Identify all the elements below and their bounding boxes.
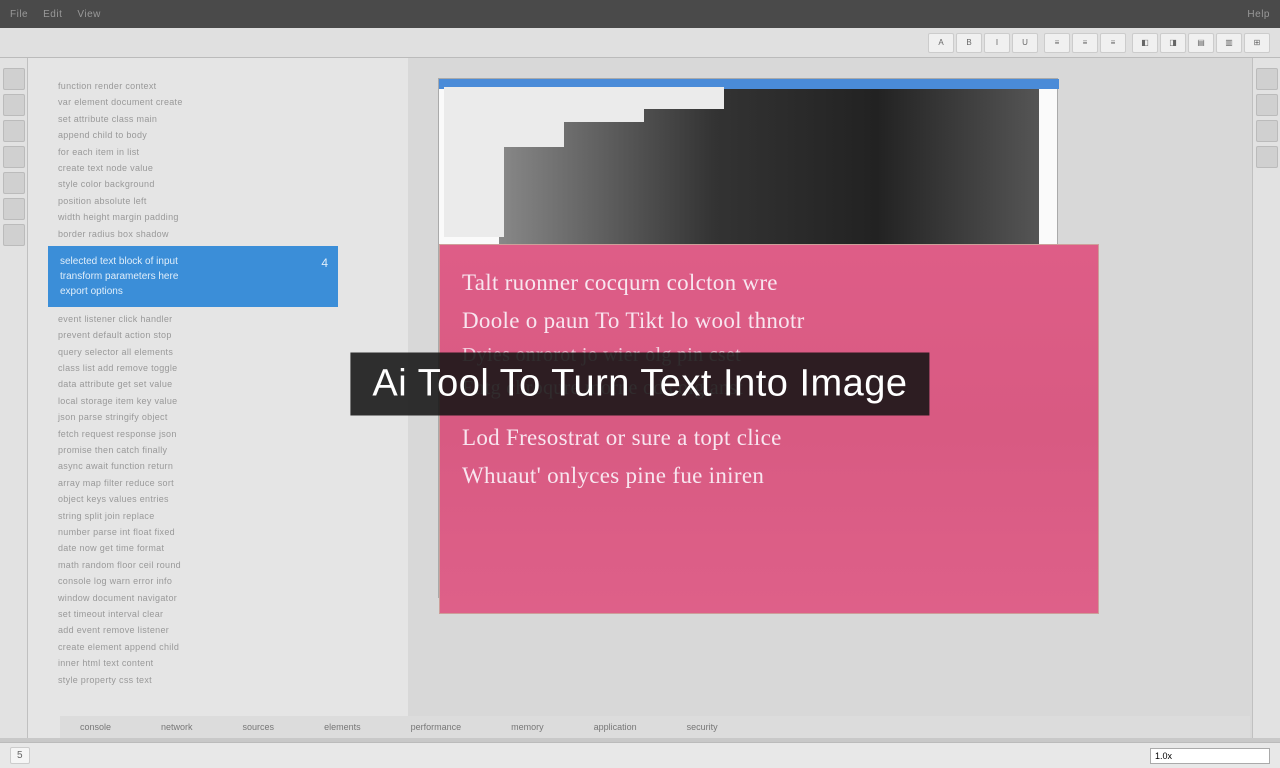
tool-pointer-icon[interactable] [3, 68, 25, 90]
tool-layout-4[interactable]: ▥ [1216, 33, 1242, 53]
toolbar: A B I U ≡ ≡ ≡ ◧ ◨ ▤ ▥ ⊞ [0, 28, 1280, 58]
footer-tab[interactable]: network [161, 722, 193, 732]
selection-count: 4 [321, 254, 328, 272]
code-line: set attribute class main [38, 111, 398, 127]
overlay-text-line: Doole o paun To Tikt lo wool thnotr [462, 303, 1076, 339]
tool-zoom-icon[interactable] [1256, 68, 1278, 90]
footer-tab[interactable]: memory [511, 722, 544, 732]
footer-tab[interactable]: security [687, 722, 718, 732]
code-line: inner html text content [38, 655, 398, 671]
tool-align-right[interactable]: ≡ [1100, 33, 1126, 53]
tool-layout-3[interactable]: ▤ [1188, 33, 1214, 53]
tool-btn-u[interactable]: U [1012, 33, 1038, 53]
canvas-frame[interactable]: Talt ruonner cocqurn colcton wre Doole o… [438, 78, 1058, 598]
tool-select-icon[interactable] [3, 94, 25, 116]
footer-tab[interactable]: performance [411, 722, 462, 732]
code-line: console log warn error info [38, 573, 398, 589]
tool-layers-icon[interactable] [1256, 94, 1278, 116]
code-line: border radius box shadow [38, 226, 398, 242]
status-page[interactable]: 5 [10, 747, 30, 764]
tool-layout-1[interactable]: ◧ [1132, 33, 1158, 53]
left-toolstrip [0, 58, 28, 738]
code-line: function render context [38, 78, 398, 94]
tool-fill-icon[interactable] [3, 224, 25, 246]
overlay-text-line: Whuaut' onlyces pine fue iniren [462, 458, 1076, 494]
footer-tab[interactable]: elements [324, 722, 361, 732]
menu-file[interactable]: File [10, 9, 28, 20]
code-line: set timeout interval clear [38, 606, 398, 622]
code-line: window document navigator [38, 590, 398, 606]
watermark-title: Ai Tool To Turn Text Into Image [350, 353, 929, 416]
code-line: async await function return [38, 458, 398, 474]
code-line: create element append child [38, 639, 398, 655]
tool-erase-icon[interactable] [3, 198, 25, 220]
code-line: class list add remove toggle [38, 360, 398, 376]
code-line: style color background [38, 176, 398, 192]
code-line: array map filter reduce sort [38, 475, 398, 491]
tool-btn-i[interactable]: I [984, 33, 1010, 53]
code-line: position absolute left [38, 193, 398, 209]
code-line: json parse stringify object [38, 409, 398, 425]
status-bar: 5 [0, 742, 1280, 768]
mask-region [444, 87, 724, 109]
code-line: add event remove listener [38, 622, 398, 638]
overlay-text-line: Lod Fresostrat or sure a topt clice [462, 420, 1076, 456]
selection-highlight[interactable]: selected text block of input transform p… [48, 246, 338, 307]
menu-edit[interactable]: Edit [43, 9, 62, 20]
code-line: number parse int float fixed [38, 524, 398, 540]
footer-tab[interactable]: application [594, 722, 637, 732]
overlay-text-line: Talt ruonner cocqurn colcton wre [462, 265, 1076, 301]
code-line: var element document create [38, 94, 398, 110]
code-line: for each item in list [38, 144, 398, 160]
code-line: create text node value [38, 160, 398, 176]
tool-btn-a[interactable]: A [928, 33, 954, 53]
menu-help[interactable]: Help [1247, 9, 1270, 20]
tool-grid[interactable]: ⊞ [1244, 33, 1270, 53]
tool-history-icon[interactable] [1256, 120, 1278, 142]
footer-tab[interactable]: console [80, 722, 111, 732]
code-line: object keys values entries [38, 491, 398, 507]
code-line: style property css text [38, 672, 398, 688]
code-line: promise then catch finally [38, 442, 398, 458]
right-toolstrip [1252, 58, 1280, 738]
tool-align-left[interactable]: ≡ [1044, 33, 1070, 53]
code-line: math random floor ceil round [38, 557, 398, 573]
tool-brush-icon[interactable] [3, 172, 25, 194]
code-line: width height margin padding [38, 209, 398, 225]
selection-line: transform parameters here [60, 269, 326, 284]
tool-shape-icon[interactable] [3, 146, 25, 168]
menubar: File Edit View Help [0, 0, 1280, 28]
menu-view[interactable]: View [77, 9, 101, 20]
tool-layout-2[interactable]: ◨ [1160, 33, 1186, 53]
tool-color-icon[interactable] [1256, 146, 1278, 168]
code-line: date now get time format [38, 540, 398, 556]
selection-line: selected text block of input [60, 254, 326, 269]
code-line: append child to body [38, 127, 398, 143]
code-line: event listener click handler [38, 311, 398, 327]
tool-text-icon[interactable] [3, 120, 25, 142]
code-line: data attribute get set value [38, 376, 398, 392]
text-overlay-box[interactable]: Talt ruonner cocqurn colcton wre Doole o… [439, 244, 1099, 614]
code-line: string split join replace [38, 508, 398, 524]
tool-align-center[interactable]: ≡ [1072, 33, 1098, 53]
selection-line: export options [60, 284, 326, 299]
footer-tab[interactable]: sources [243, 722, 275, 732]
status-zoom-field[interactable] [1150, 748, 1270, 764]
code-line: prevent default action stop [38, 327, 398, 343]
code-line: query selector all elements [38, 344, 398, 360]
code-line: fetch request response json [38, 426, 398, 442]
code-line: local storage item key value [38, 393, 398, 409]
footer-tabs: console network sources elements perform… [60, 716, 1250, 738]
tool-btn-b[interactable]: B [956, 33, 982, 53]
